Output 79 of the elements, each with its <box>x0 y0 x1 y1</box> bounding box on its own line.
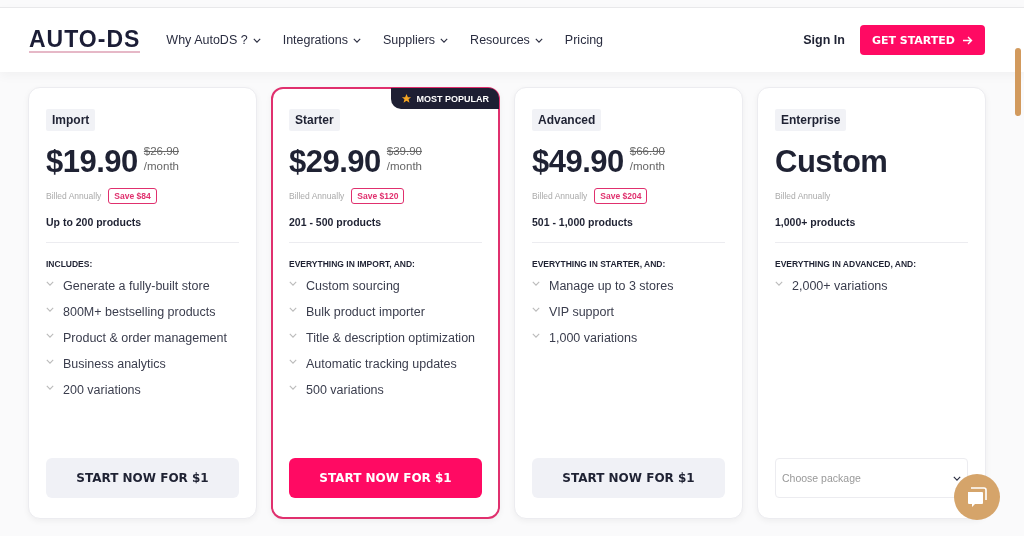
feature-item: Manage up to 3 stores <box>549 279 674 293</box>
most-popular-badge: MOST POPULAR <box>391 88 499 109</box>
period: /month <box>629 159 665 174</box>
products-limit: 201 - 500 products <box>289 216 482 243</box>
savings-tag: Save $120 <box>351 188 405 204</box>
nav-link[interactable]: Suppliers <box>383 33 449 47</box>
chevron-down-icon <box>289 359 297 364</box>
includes-heading: INCLUDES: <box>46 259 94 269</box>
chevron-down-icon <box>289 385 297 390</box>
nav-link[interactable]: Resources <box>470 33 543 47</box>
products-limit: Up to 200 products <box>46 216 239 243</box>
original-price: $39.90 <box>386 144 422 159</box>
feature-item: Bulk product importer <box>306 305 425 319</box>
chevron-down-icon <box>775 281 783 286</box>
price: $29.90 <box>289 145 381 179</box>
chevron-down-icon <box>289 307 297 312</box>
period: /month <box>143 159 179 174</box>
chevron-down-icon <box>532 333 540 338</box>
chevron-down-icon <box>46 307 54 312</box>
feature-item: 800M+ bestselling products <box>63 305 216 319</box>
nav-link[interactable]: Pricing <box>564 33 604 47</box>
price: Custom <box>775 145 888 179</box>
chevron-down-icon <box>440 37 449 43</box>
chevron-down-icon <box>46 333 54 338</box>
includes-heading: EVERYTHING IN IMPORT, AND: <box>289 259 416 269</box>
start-now-button[interactable]: START NOW FOR $1 <box>46 458 239 498</box>
feature-item: Business analytics <box>63 357 166 371</box>
chevron-down-icon <box>532 281 540 286</box>
includes-heading: EVERYTHING IN STARTER, AND: <box>532 259 667 269</box>
chat-bubble-icon <box>966 486 988 508</box>
products-limit: 1,000+ products <box>775 216 968 243</box>
billing-note: Billed Annually <box>775 191 831 201</box>
plan-name: Advanced <box>532 109 602 131</box>
chevron-down-icon <box>534 37 543 43</box>
feature-item: 2,000+ variations <box>792 279 888 293</box>
chevron-down-icon <box>289 333 297 338</box>
chevron-down-icon <box>46 359 54 364</box>
feature-item: VIP support <box>549 305 615 319</box>
nav-link[interactable]: Integrations <box>282 33 361 47</box>
chevron-down-icon <box>46 385 54 390</box>
plan-name: Enterprise <box>775 109 847 131</box>
logo[interactable]: AUTO-DS <box>29 27 141 53</box>
start-now-button[interactable]: START NOW FOR $1 <box>289 458 482 498</box>
billing-note: Billed Annually <box>289 191 345 201</box>
savings-tag: Save $84 <box>108 188 157 204</box>
period: /month <box>386 159 422 174</box>
products-limit: 501 - 1,000 products <box>532 216 725 243</box>
nav-link[interactable]: Why AutoDS ? <box>166 33 261 47</box>
start-now-button[interactable]: START NOW FOR $1 <box>532 458 725 498</box>
chat-button[interactable] <box>954 474 1000 520</box>
feature-item: 500 variations <box>306 383 384 397</box>
feature-item: 200 variations <box>63 383 141 397</box>
feature-item: Title & description optimization <box>306 331 476 345</box>
arrow-right-icon <box>963 35 973 45</box>
chevron-down-icon <box>532 307 540 312</box>
feature-item: Custom sourcing <box>306 279 400 293</box>
chevron-down-icon <box>46 281 54 286</box>
plan-name: Starter <box>289 109 340 131</box>
savings-tag: Save $204 <box>594 188 648 204</box>
price: $19.90 <box>46 145 138 179</box>
chevron-down-icon <box>353 37 361 43</box>
feature-item: Product & order management <box>63 331 227 345</box>
feature-item: Automatic tracking updates <box>306 357 457 371</box>
feature-item: 1,000 variations <box>549 331 638 345</box>
chevron-down-icon <box>289 281 297 286</box>
original-price: $66.90 <box>629 144 665 159</box>
billing-note: Billed Annually <box>532 191 588 201</box>
plan-name: Import <box>46 109 96 131</box>
get-started-button[interactable]: GET STARTED <box>859 25 985 55</box>
feature-item: Generate a fully-built store <box>63 279 210 293</box>
chevron-down-icon <box>953 475 961 481</box>
chevron-down-icon <box>252 37 261 43</box>
billing-note: Billed Annually <box>46 191 102 201</box>
star-icon <box>401 93 413 104</box>
scrollbar-thumb[interactable] <box>1015 48 1021 116</box>
price: $49.90 <box>532 145 624 179</box>
sign-in-link[interactable]: Sign In <box>803 33 845 47</box>
original-price: $26.90 <box>143 144 179 159</box>
includes-heading: EVERYTHING IN ADVANCED, AND: <box>775 259 918 269</box>
